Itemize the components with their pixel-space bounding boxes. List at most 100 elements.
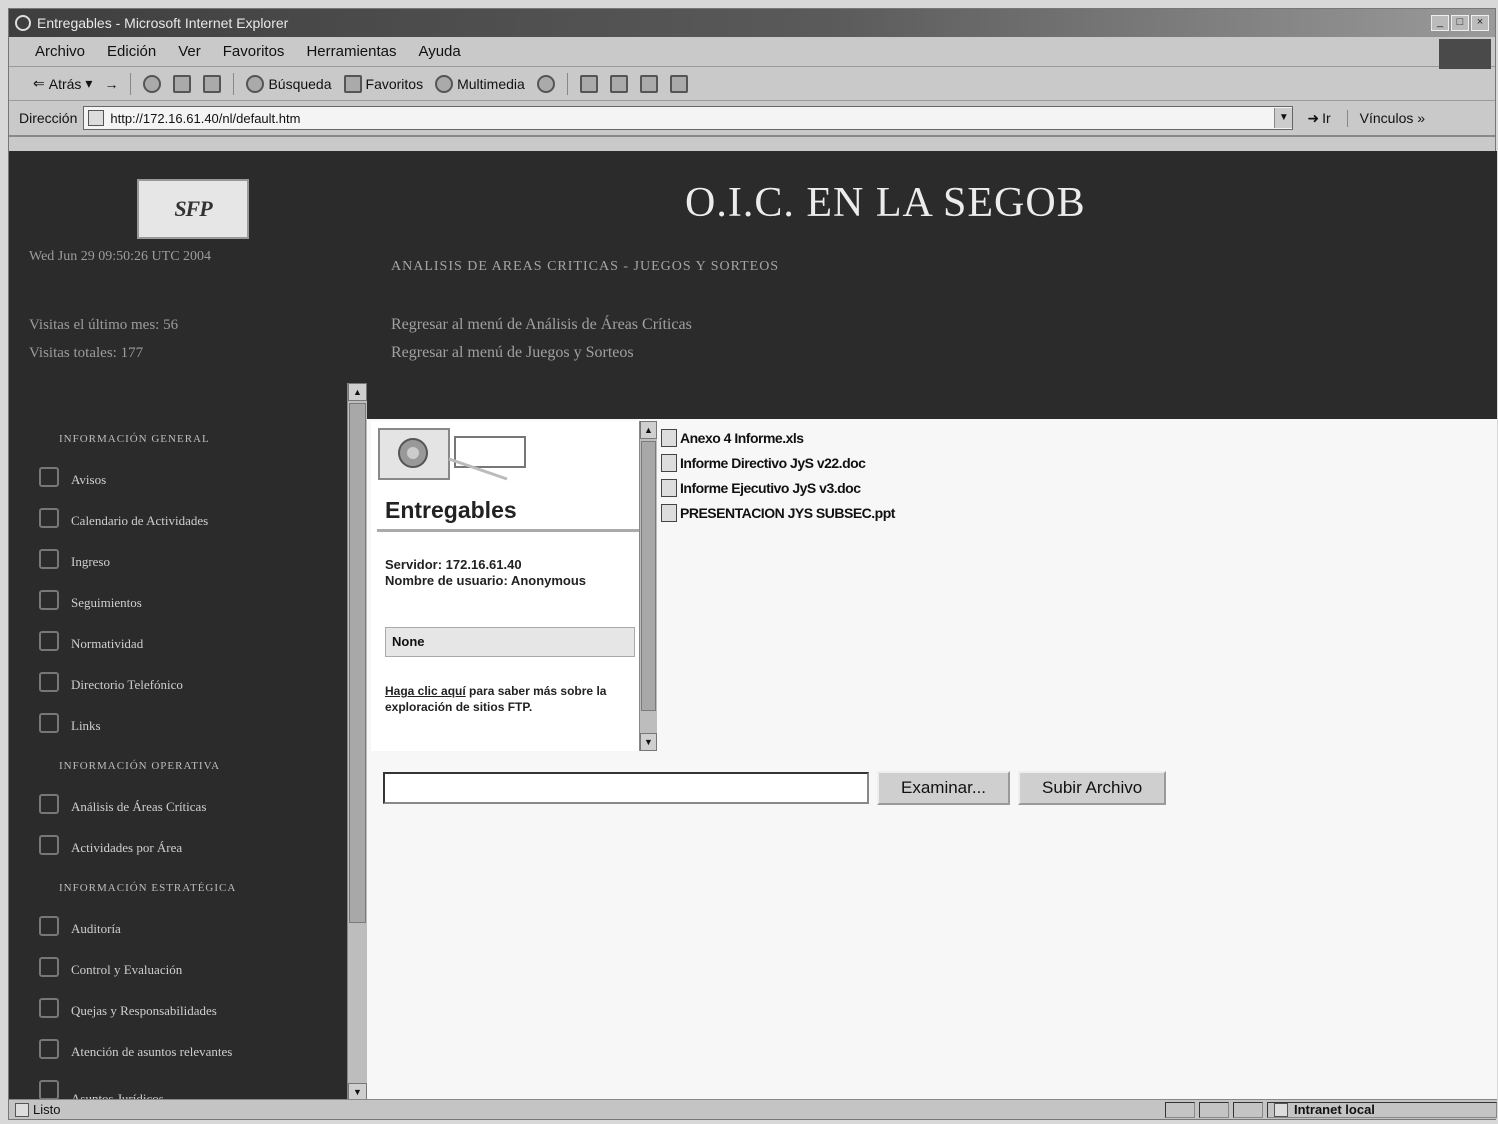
- sidebar-item-calendario[interactable]: Calendario de Actividades: [9, 500, 347, 541]
- ftp-user: Nombre de usuario: Anonymous: [385, 573, 587, 588]
- address-input[interactable]: http://172.16.61.40/nl/default.htm ▼: [83, 106, 1294, 130]
- sidebar-item-actividades[interactable]: Actividades por Área: [9, 827, 347, 868]
- divider: [377, 529, 639, 532]
- media-button[interactable]: Multimedia: [435, 74, 525, 93]
- sidebar-item-analisis[interactable]: Análisis de Áreas Críticas: [9, 786, 347, 827]
- sidebar-item-label: Control y Evaluación: [71, 962, 183, 977]
- security-zone: Intranet local: [1267, 1101, 1497, 1118]
- media-label: Multimedia: [457, 75, 525, 92]
- sidebar-scrollbar[interactable]: ▲ ▼: [347, 383, 367, 1101]
- stop-icon[interactable]: [143, 74, 162, 93]
- sidebar-item-links[interactable]: Links: [9, 705, 347, 746]
- file-item[interactable]: Informe Directivo JyS v22.doc: [661, 450, 895, 475]
- status-bar: Listo Intranet local: [9, 1099, 1497, 1119]
- address-bar: Dirección http://172.16.61.40/nl/default…: [9, 101, 1495, 137]
- scroll-thumb[interactable]: [641, 441, 656, 711]
- ftp-panel-scrollbar[interactable]: ▲ ▼: [639, 421, 657, 751]
- search-button[interactable]: Búsqueda: [246, 74, 332, 93]
- scroll-up-icon[interactable]: ▲: [348, 383, 367, 401]
- sidebar-item-label: Directorio Telefónico: [71, 677, 183, 692]
- sidebar-item-control[interactable]: Control y Evaluación: [9, 949, 347, 990]
- back-button[interactable]: ⇐ Atrás ▾: [33, 75, 92, 92]
- print-icon[interactable]: [609, 74, 628, 93]
- link-back-critical-areas[interactable]: Regresar al menú de Análisis de Áreas Cr…: [391, 311, 692, 339]
- links-label: Vínculos: [1359, 110, 1414, 126]
- page-status-icon: [15, 1102, 29, 1117]
- sidebar-item-auditoria[interactable]: Auditoría: [9, 908, 347, 949]
- menu-edicion[interactable]: Edición: [107, 43, 156, 60]
- audit-icon: [39, 916, 59, 936]
- sidebar-item-seguimientos[interactable]: Seguimientos: [9, 582, 347, 623]
- menu-herramientas[interactable]: Herramientas: [306, 43, 396, 60]
- sidebar-item-label: Auditoría: [71, 921, 121, 936]
- menu-ayuda[interactable]: Ayuda: [418, 43, 460, 60]
- toolbar: ⇐ Atrás ▾ → Búsqueda Favoritos Multimedi…: [9, 67, 1495, 101]
- go-button[interactable]: ➜ Ir: [1299, 109, 1348, 127]
- address-dropdown-icon[interactable]: ▼: [1274, 108, 1293, 128]
- page-icon: [88, 110, 105, 126]
- sidebar-item-normatividad[interactable]: Normatividad: [9, 623, 347, 664]
- file-path-input[interactable]: [383, 772, 869, 804]
- edit-icon[interactable]: [639, 74, 658, 93]
- powerpoint-file-icon: [661, 503, 677, 522]
- minimize-button[interactable]: _: [1431, 15, 1449, 31]
- ftp-help-link[interactable]: Haga clic aquí: [385, 684, 466, 698]
- back-arrow-icon: ⇐: [33, 75, 45, 91]
- site-title: O.I.C. EN LA SEGOB: [685, 180, 1086, 226]
- upload-form: Examinar... Subir Archivo: [383, 771, 1167, 805]
- sidebar-section-general: INFORMACIÓN GENERAL: [59, 433, 210, 445]
- file-item[interactable]: Informe Ejecutivo JyS v3.doc: [661, 475, 895, 500]
- ftp-details-select[interactable]: None: [385, 627, 635, 657]
- sidebar-section-operativa: INFORMACIÓN OPERATIVA: [59, 760, 221, 772]
- toolbar-separator: [130, 72, 132, 95]
- menu-ver[interactable]: Ver: [178, 43, 201, 60]
- menu-archivo[interactable]: Archivo: [35, 43, 85, 60]
- followup-icon: [39, 590, 59, 610]
- toolbar-separator: [233, 72, 235, 95]
- upload-button[interactable]: Subir Archivo: [1018, 771, 1167, 805]
- go-arrow-icon: ➜: [1307, 109, 1320, 126]
- history-icon[interactable]: [536, 74, 555, 93]
- sidebar-item-directorio[interactable]: Directorio Telefónico: [9, 664, 347, 705]
- sidebar-item-quejas[interactable]: Quejas y Responsabilidades: [9, 990, 347, 1031]
- header-banner: SFP Wed Jun 29 09:50:26 UTC 2004 Visitas…: [9, 151, 1497, 419]
- sidebar-item-label: Análisis de Áreas Críticas: [71, 799, 207, 814]
- home-icon[interactable]: [203, 74, 222, 93]
- web-page: SFP Wed Jun 29 09:50:26 UTC 2004 Visitas…: [9, 151, 1497, 1101]
- sidebar-item-avisos[interactable]: Avisos: [9, 459, 347, 500]
- mail-icon[interactable]: [579, 74, 598, 93]
- file-item[interactable]: Anexo 4 Informe.xls: [661, 425, 895, 450]
- discuss-icon[interactable]: [669, 74, 688, 93]
- media-icon: [435, 74, 454, 93]
- calendar-icon: [39, 508, 59, 528]
- close-button[interactable]: ×: [1471, 15, 1489, 31]
- sidebar-item-asuntos[interactable]: Atención de asuntos relevantes: [9, 1031, 347, 1072]
- refresh-icon[interactable]: [173, 74, 192, 93]
- browser-window: Entregables - Microsoft Internet Explore…: [8, 8, 1497, 1120]
- search-icon: [246, 74, 265, 93]
- logo-text: SFP: [174, 196, 212, 221]
- browse-button[interactable]: Examinar...: [877, 771, 1011, 805]
- file-name: Informe Directivo JyS v22.doc: [680, 454, 866, 471]
- scroll-down-icon[interactable]: ▼: [640, 733, 657, 751]
- link-icon: [39, 713, 59, 733]
- maximize-button[interactable]: □: [1451, 15, 1469, 31]
- ftp-file-list: Anexo 4 Informe.xls Informe Directivo Jy…: [661, 425, 895, 525]
- zone-label: Intranet local: [1294, 1102, 1375, 1117]
- sfp-logo: SFP: [137, 179, 249, 239]
- sidebar-item-juridicos[interactable]: Asuntos Jurídicos: [9, 1072, 347, 1101]
- word-file-icon: [661, 453, 677, 472]
- file-item[interactable]: PRESENTACION JYS SUBSEC.ppt: [661, 500, 895, 525]
- links-button[interactable]: Vínculos »: [1354, 110, 1425, 126]
- favorites-button[interactable]: Favoritos: [343, 74, 423, 93]
- windows-logo-icon: [1439, 39, 1491, 69]
- menu-favoritos[interactable]: Favoritos: [223, 43, 285, 60]
- excel-file-icon: [661, 428, 677, 447]
- scroll-thumb[interactable]: [349, 403, 366, 923]
- forward-button[interactable]: →: [104, 76, 118, 92]
- sidebar-item-label: Normatividad: [71, 636, 144, 651]
- intranet-icon: [1274, 1102, 1288, 1117]
- sidebar-item-ingreso[interactable]: Ingreso: [9, 541, 347, 582]
- scroll-up-icon[interactable]: ▲: [640, 421, 657, 439]
- link-back-games[interactable]: Regresar al menú de Juegos y Sorteos: [391, 339, 692, 367]
